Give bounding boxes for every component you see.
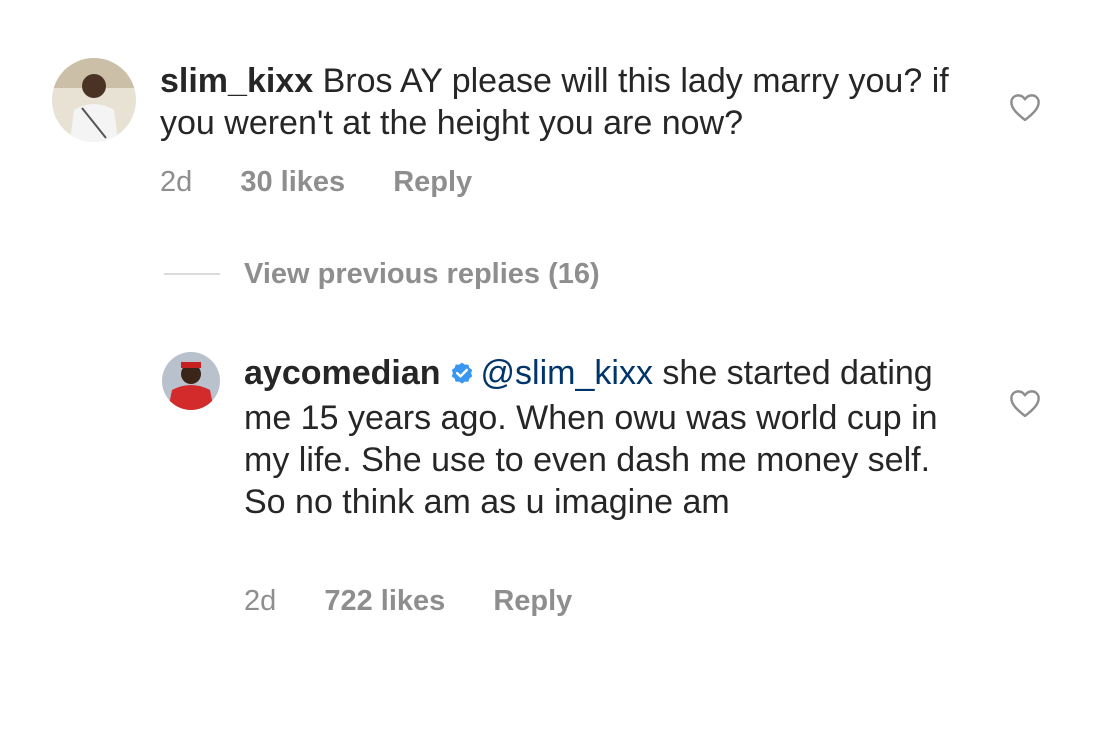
avatar[interactable]	[52, 58, 136, 142]
reply-meta: 2d 722 likes Reply	[244, 585, 612, 618]
comment-reply-button[interactable]: Reply	[393, 166, 472, 198]
comment-time: 2d	[160, 166, 193, 198]
heart-outline-icon[interactable]	[1008, 92, 1042, 127]
avatar[interactable]	[162, 352, 220, 410]
comment-meta: 2d 30 likes Reply	[160, 166, 512, 199]
comment-body: slim_kixx Bros AY please will this lady …	[160, 60, 950, 144]
heart-outline-icon[interactable]	[1008, 388, 1042, 423]
comment-likes[interactable]: 30 likes	[240, 166, 345, 198]
comment-username[interactable]: slim_kixx	[160, 62, 313, 100]
reply-time: 2d	[244, 585, 277, 617]
reply-likes[interactable]: 722 likes	[324, 585, 445, 617]
reply-username[interactable]: aycomedian	[244, 354, 441, 392]
view-previous-replies[interactable]: View previous replies (16)	[164, 254, 600, 294]
reply-mention[interactable]: @slim_kixx	[481, 354, 653, 392]
reply-body: aycomedian @slim_kixx she started dating …	[244, 352, 974, 523]
view-previous-replies-label[interactable]: View previous replies (16)	[244, 258, 600, 291]
verified-badge-icon	[449, 355, 475, 397]
reply-reply-button[interactable]: Reply	[493, 585, 572, 617]
divider-line	[164, 273, 220, 275]
